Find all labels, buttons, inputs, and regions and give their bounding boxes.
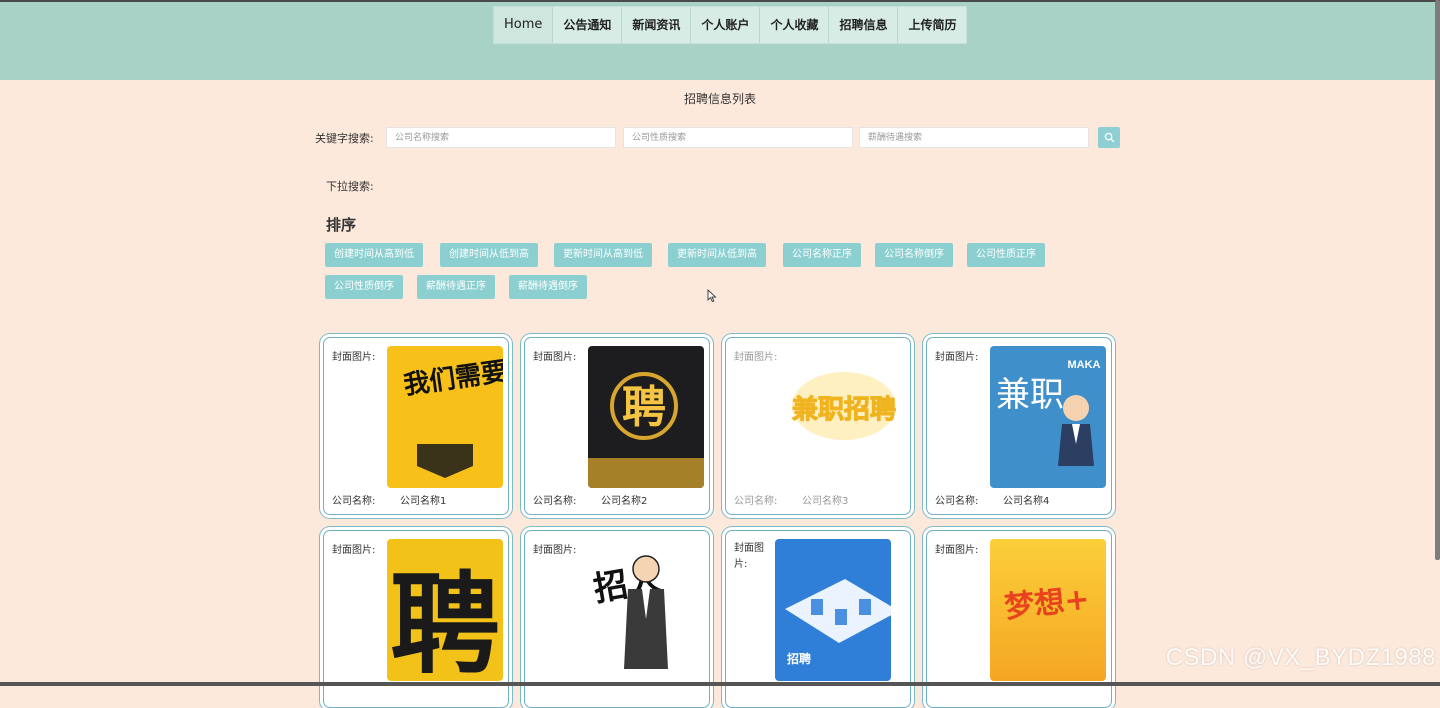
cover-image-label: 封面图片: [935, 545, 979, 556]
cover-image-label: 封面图片: [533, 545, 577, 556]
sort-company-name-desc-button[interactable]: 公司名称倒序 [875, 243, 953, 267]
cover-image: 兼职招聘 [786, 360, 902, 452]
job-card[interactable]: 封面图片: 兼职 MAKA 公司名称: 公司名称4 [926, 337, 1112, 515]
sort-company-name-asc-button[interactable]: 公司名称正序 [783, 243, 861, 267]
nav-upload-resume[interactable]: 上传简历 [898, 7, 966, 43]
top-header-bar: Home 公告通知 新闻资讯 个人账户 个人收藏 招聘信息 上传简历 [0, 0, 1440, 80]
search-label: 关键字搜索: [315, 132, 374, 145]
sort-created-desc-button[interactable]: 创建时间从高到低 [325, 243, 423, 267]
mouse-cursor-icon [707, 289, 717, 303]
sort-updated-asc-button[interactable]: 更新时间从低到高 [668, 243, 766, 267]
company-name-value: 公司名称4 [1003, 496, 1050, 507]
page-title: 招聘信息列表 [683, 92, 756, 106]
company-name-value: 公司名称3 [802, 496, 849, 507]
sort-company-nature-desc-button[interactable]: 公司性质倒序 [325, 275, 403, 299]
cover-image: 梦想+ [990, 539, 1106, 681]
cover-image-label: 封面图片: [533, 352, 577, 363]
cover-image-label: 封面图片: [332, 545, 376, 556]
nav-account[interactable]: 个人账户 [691, 7, 761, 43]
watermark: CSDN @VX_BYDZ1988 [1165, 644, 1436, 671]
cover-image-text: 招聘 [787, 651, 811, 666]
sort-salary-desc-button[interactable]: 薪酬待遇倒序 [509, 275, 587, 299]
search-button[interactable] [1098, 127, 1120, 148]
cover-image-label: 封面图片: [734, 543, 764, 570]
cover-image: 聘 [588, 346, 704, 488]
sort-updated-desc-button[interactable]: 更新时间从高到低 [554, 243, 652, 267]
bottom-border [0, 682, 1440, 686]
cover-image-label: 封面图片: [935, 352, 979, 363]
company-name-label: 公司名称: [935, 496, 979, 507]
nav-favorites[interactable]: 个人收藏 [760, 7, 830, 43]
job-card[interactable]: 封面图片: 聘 公司名称: 公司名称2 [524, 337, 710, 515]
nav-announcements[interactable]: 公告通知 [553, 7, 623, 43]
company-nature-search-input[interactable] [623, 127, 853, 148]
cover-image-text: 兼职招聘 [792, 394, 896, 425]
cover-image-label: 封面图片: [734, 352, 778, 363]
company-name-value: 公司名称1 [400, 496, 447, 507]
cover-image-label: 封面图片: [332, 352, 376, 363]
company-name-label: 公司名称: [332, 496, 376, 507]
company-name-label: 公司名称: [533, 496, 577, 507]
cover-image: 聘 [387, 539, 503, 681]
job-card[interactable]: 封面图片: 我们需要你 公司名称: 公司名称1 [323, 337, 509, 515]
cover-image: 兼职 MAKA [990, 346, 1106, 488]
sort-company-nature-asc-button[interactable]: 公司性质正序 [967, 243, 1045, 267]
job-card[interactable]: 封面图片: 兼职招聘 公司名称: 公司名称3 [725, 337, 911, 515]
nav-home[interactable]: Home [494, 7, 554, 43]
cover-image-text: 聘 [390, 561, 500, 681]
sort-title: 排序 [326, 216, 357, 234]
maka-logo: MAKA [1068, 359, 1101, 371]
cover-image: 我们需要你 [387, 346, 503, 488]
cover-image-text: 兼职 [996, 375, 1064, 415]
sort-created-asc-button[interactable]: 创建时间从低到高 [440, 243, 538, 267]
main-nav: Home 公告通知 新闻资讯 个人账户 个人收藏 招聘信息 上传简历 [493, 6, 968, 44]
cover-image: 招人 [588, 539, 704, 681]
company-name-value: 公司名称2 [601, 496, 648, 507]
company-name-label: 公司名称: [734, 496, 778, 507]
cover-image: 招聘 [775, 539, 891, 681]
search-icon [1104, 132, 1114, 143]
salary-search-input[interactable] [859, 127, 1089, 148]
sort-salary-asc-button[interactable]: 薪酬待遇正序 [417, 275, 495, 299]
scrollbar[interactable] [1435, 0, 1440, 560]
company-name-search-input[interactable] [386, 127, 616, 148]
dropdown-search-label: 下拉搜索: [326, 180, 374, 193]
nav-jobs[interactable]: 招聘信息 [829, 7, 899, 43]
nav-news[interactable]: 新闻资讯 [622, 7, 692, 43]
cover-image-text: 聘 [622, 382, 666, 433]
